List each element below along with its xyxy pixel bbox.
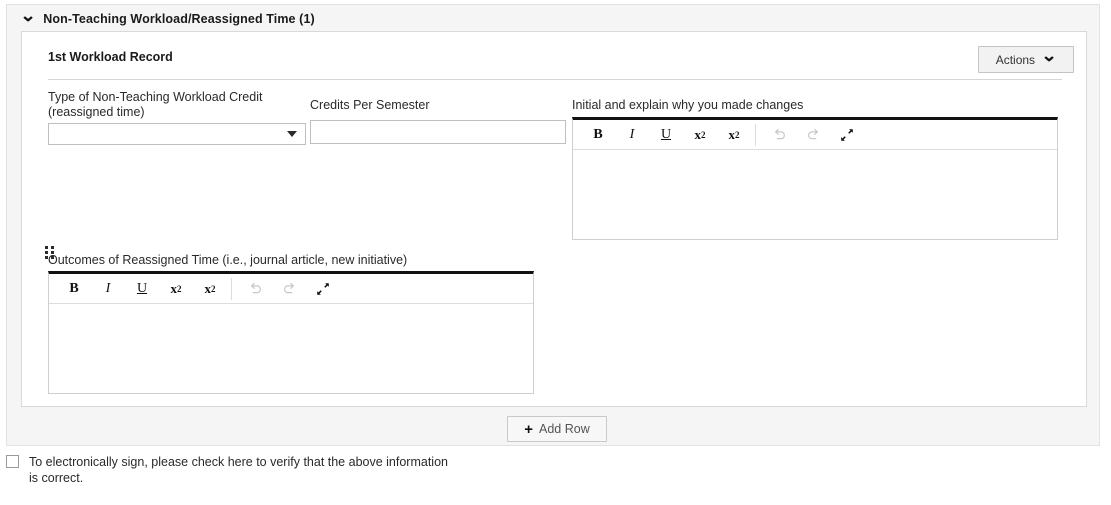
add-row-button[interactable]: + Add Row <box>507 416 607 442</box>
initial-explain-label: Initial and explain why you made changes <box>572 98 804 112</box>
type-credit-label-line2: (reassigned time) <box>48 105 145 119</box>
actions-button-label: Actions <box>995 52 1036 67</box>
electronic-signature-checkbox[interactable] <box>6 455 19 468</box>
credits-per-semester-input[interactable] <box>310 120 566 144</box>
add-row-label: Add Row <box>539 422 590 436</box>
type-credit-select[interactable] <box>48 123 306 145</box>
credits-per-semester-label: Credits Per Semester <box>310 98 430 112</box>
section-header-toggle[interactable]: ⌄ Non-Teaching Workload/Reassigned Time … <box>7 5 1099 33</box>
type-credit-label-line1: Type of Non-Teaching Workload Credit <box>48 90 263 104</box>
caret-down-icon <box>287 131 297 137</box>
chevron-down-icon[interactable]: ⌄ <box>20 7 36 24</box>
actions-button[interactable]: Actions ⌄ <box>978 46 1074 73</box>
subscript-button[interactable]: x2 <box>193 276 227 302</box>
workload-record-card: 1st Workload Record Actions ⌄ Type of No… <box>21 31 1087 407</box>
initial-explain-editor: B I U x2 x2 <box>572 117 1058 240</box>
superscript-button[interactable]: x2 <box>159 276 193 302</box>
toolbar-separator <box>231 277 232 300</box>
record-header: 1st Workload Record Actions ⌄ <box>22 32 1086 76</box>
type-credit-label: Type of Non-Teaching Workload Credit (re… <box>48 90 298 120</box>
underline-button[interactable]: U <box>125 276 159 302</box>
outcomes-toolbar: B I U x2 x2 <box>49 274 533 304</box>
redo-icon[interactable] <box>272 276 306 302</box>
underline-button[interactable]: U <box>649 122 683 148</box>
chevron-down-icon: ⌄ <box>1040 46 1058 66</box>
superscript-button[interactable]: x2 <box>683 122 717 148</box>
plus-icon: + <box>524 420 534 438</box>
expand-icon[interactable] <box>830 122 864 148</box>
italic-button[interactable]: I <box>615 122 649 148</box>
bold-button[interactable]: B <box>581 122 615 148</box>
initial-explain-editor-body[interactable] <box>573 150 1057 239</box>
undo-icon[interactable] <box>762 122 796 148</box>
initial-explain-toolbar: B I U x2 x2 <box>573 120 1057 150</box>
subscript-button[interactable]: x2 <box>717 122 751 148</box>
workload-section: ⌄ Non-Teaching Workload/Reassigned Time … <box>6 4 1100 446</box>
bold-button[interactable]: B <box>57 276 91 302</box>
outcomes-editor-body[interactable] <box>49 304 533 393</box>
italic-button[interactable]: I <box>91 276 125 302</box>
undo-icon[interactable] <box>238 276 272 302</box>
record-divider <box>48 79 1062 80</box>
electronic-signature-label: To electronically sign, please check her… <box>29 455 448 485</box>
outcomes-editor: B I U x2 x2 <box>48 271 534 394</box>
redo-icon[interactable] <box>796 122 830 148</box>
expand-icon[interactable] <box>306 276 340 302</box>
section-title: Non-Teaching Workload/Reassigned Time (1… <box>43 12 315 26</box>
record-title: 1st Workload Record <box>48 50 173 64</box>
toolbar-separator <box>755 123 756 146</box>
electronic-signature-row: To electronically sign, please check her… <box>6 454 459 486</box>
outcomes-label: Outcomes of Reassigned Time (i.e., journ… <box>48 253 408 267</box>
